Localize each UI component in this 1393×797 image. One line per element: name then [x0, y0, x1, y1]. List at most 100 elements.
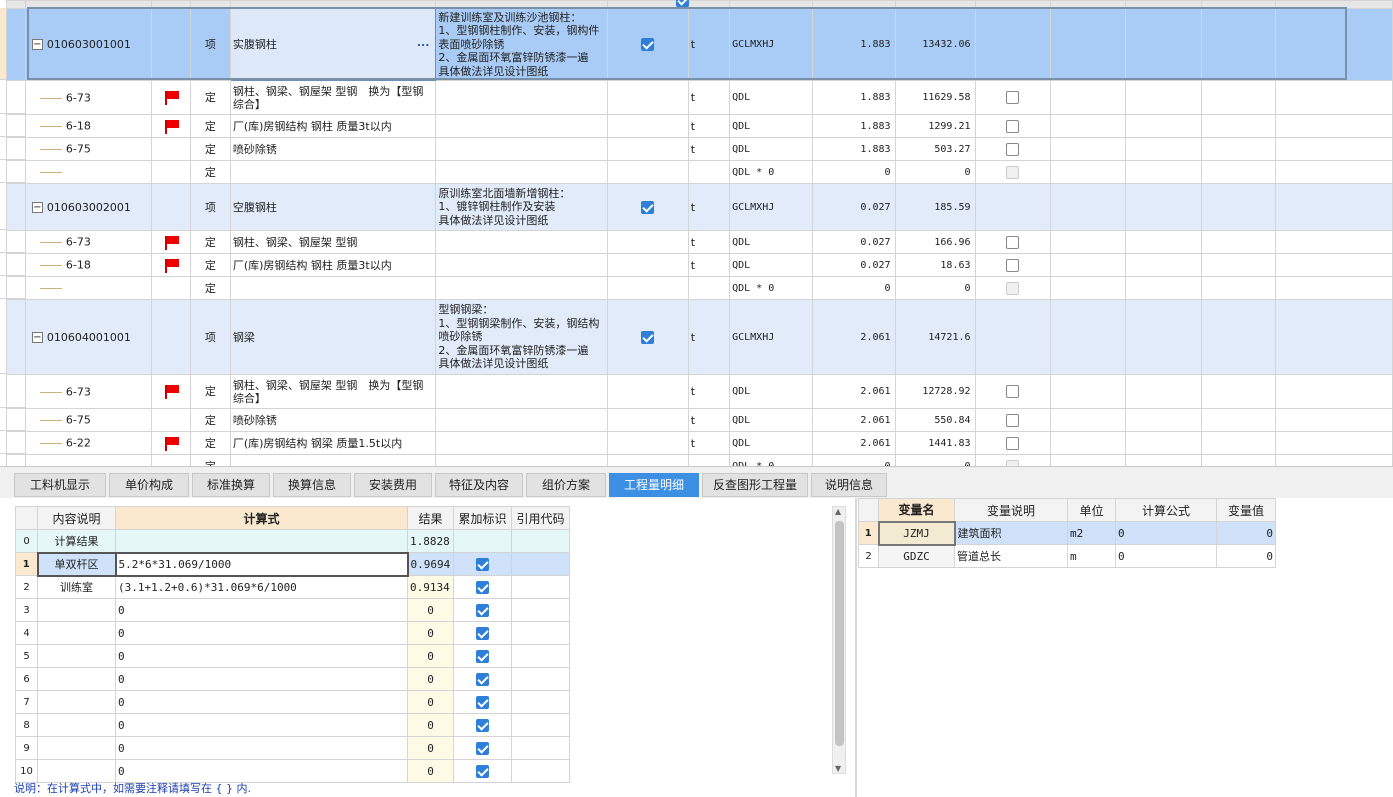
code-cell[interactable]: 6-73: [24, 80, 153, 115]
name-cell[interactable]: 喷砂除锈: [229, 137, 437, 161]
variable-row[interactable]: 1 JZMJ 建筑面积 m2 0 0: [858, 520, 1276, 546]
checkbox[interactable]: [476, 695, 489, 709]
var-formula-cell[interactable]: 0: [1115, 544, 1217, 568]
feature-desc-cell[interactable]: [435, 408, 608, 432]
calc-row[interactable]: 5 00: [15, 644, 570, 668]
accumulate-cell[interactable]: [453, 552, 512, 576]
feature-desc-cell[interactable]: [435, 137, 608, 161]
formula-cell[interactable]: 0: [115, 667, 408, 691]
feature-desc-cell[interactable]: [435, 80, 608, 115]
output-check-cell[interactable]: [606, 454, 689, 466]
feature-desc-cell[interactable]: [435, 374, 608, 409]
calc-row[interactable]: 1 单双杆区 5.2*6*31.069/1000 0.9694: [15, 551, 570, 577]
flag-check-cell[interactable]: [974, 454, 1051, 466]
output-check-cell[interactable]: [606, 408, 689, 432]
name-cell[interactable]: 喷砂除锈: [229, 408, 437, 432]
output-check-cell[interactable]: [606, 114, 689, 138]
formula-cell[interactable]: 0: [115, 598, 408, 622]
flag-check-cell[interactable]: [974, 253, 1051, 277]
feature-desc-cell[interactable]: [435, 114, 608, 138]
checkbox[interactable]: [641, 330, 655, 344]
tab-2[interactable]: 标准换算: [192, 473, 270, 497]
desc-cell[interactable]: [37, 667, 116, 691]
quantity-expression-cell[interactable]: QDL: [729, 253, 814, 277]
output-check-cell[interactable]: [606, 253, 689, 277]
vertical-scrollbar[interactable]: ▲ ▼: [832, 506, 846, 774]
checkbox[interactable]: [641, 200, 655, 214]
code-cell[interactable]: 6-18: [24, 253, 153, 277]
flag-check-cell[interactable]: [974, 183, 1051, 231]
quota-row[interactable]: 定 QDL * 000: [6, 276, 1393, 300]
output-check-cell[interactable]: [606, 183, 689, 231]
collapse-icon[interactable]: −: [31, 201, 43, 213]
formula-cell[interactable]: 0: [115, 644, 408, 668]
flag-check-cell[interactable]: [974, 431, 1051, 455]
flag-check-cell[interactable]: [974, 299, 1051, 375]
accumulate-cell[interactable]: [453, 759, 512, 783]
formula-cell[interactable]: (3.1+1.2+0.6)*31.069*6/1000: [115, 575, 408, 599]
name-cell[interactable]: 实腹钢柱 ···: [229, 8, 437, 81]
output-check-cell[interactable]: [606, 137, 689, 161]
quantity-expression-cell[interactable]: QDL: [729, 374, 814, 409]
checkbox[interactable]: [476, 603, 489, 617]
tab-0[interactable]: 工料机显示: [14, 473, 106, 497]
tab-6[interactable]: 组价方案: [526, 473, 606, 497]
scroll-up-icon[interactable]: ▲: [835, 507, 841, 516]
desc-cell[interactable]: [37, 713, 116, 737]
formula-cell[interactable]: 0: [115, 690, 408, 714]
tab-3[interactable]: 换算信息: [273, 473, 351, 497]
ref-code-cell[interactable]: [511, 598, 570, 622]
bill-item-row[interactable]: −010604001001 项钢梁 型钢钢梁： 1、型钢钢梁制作、安装，钢结构喷砂除…: [6, 299, 1393, 375]
quantity-expression-cell[interactable]: QDL: [729, 408, 814, 432]
formula-cell[interactable]: [115, 529, 408, 553]
flag-check-cell[interactable]: [974, 80, 1051, 115]
flag-check-cell[interactable]: [974, 276, 1051, 300]
feature-desc-cell[interactable]: [435, 253, 608, 277]
calc-row[interactable]: 7 00: [15, 690, 570, 714]
code-cell[interactable]: 6-75: [24, 137, 153, 161]
name-cell[interactable]: 厂(库)房钢结构 钢梁 质量1.5t以内: [229, 431, 437, 455]
code-cell[interactable]: 6-75: [24, 408, 153, 432]
desc-cell[interactable]: [37, 736, 116, 760]
quota-row[interactable]: 定 QDL * 000: [6, 454, 1393, 466]
quota-row[interactable]: 6-22 定厂(库)房钢结构 钢梁 质量1.5t以内 t QDL 2.061 1441.8…: [6, 431, 1393, 455]
ref-code-cell[interactable]: [511, 759, 570, 783]
variable-row[interactable]: 2 GDZC 管道总长 m 0 0: [858, 544, 1276, 568]
feature-desc-cell[interactable]: 型钢钢梁： 1、型钢钢梁制作、安装，钢结构喷砂除锈 2、金属面环氧富锌防锈漆一遍…: [435, 299, 608, 375]
bill-item-row[interactable]: −010603001001 项实腹钢柱 ··· 新建训练室及训练沙池钢柱： 1、型钢钢…: [6, 8, 1393, 81]
ref-code-cell[interactable]: [511, 575, 570, 599]
accumulate-cell[interactable]: [453, 667, 512, 691]
ref-code-cell[interactable]: [511, 621, 570, 645]
code-cell[interactable]: [24, 160, 153, 184]
checkbox[interactable]: [476, 580, 489, 594]
quantity-expression-cell[interactable]: QDL * 0: [729, 454, 814, 466]
more-options-icon[interactable]: ···: [417, 38, 430, 51]
checkbox[interactable]: [641, 38, 655, 52]
checkbox[interactable]: [1006, 119, 1020, 133]
flag-check-cell[interactable]: [974, 408, 1051, 432]
feature-desc-cell[interactable]: [435, 160, 608, 184]
tab-1[interactable]: 单价构成: [109, 473, 189, 497]
quantity-expression-cell[interactable]: QDL * 0: [729, 276, 814, 300]
quota-row[interactable]: 6-73 定钢柱、钢梁、钢屋架 型钢 换为【型钢综合】 t QDL 1.883 11629…: [6, 80, 1393, 115]
feature-desc-cell[interactable]: [435, 431, 608, 455]
quota-row[interactable]: 6-73 定钢柱、钢梁、钢屋架 型钢 t QDL 0.027 166.96: [6, 230, 1393, 254]
checkbox[interactable]: [1006, 258, 1020, 272]
accumulate-cell[interactable]: [453, 575, 512, 599]
desc-cell[interactable]: [37, 598, 116, 622]
checkbox[interactable]: [1006, 413, 1020, 427]
ref-code-cell[interactable]: [511, 736, 570, 760]
formula-cell[interactable]: 0: [115, 621, 408, 645]
flag-check-cell[interactable]: [974, 374, 1051, 409]
ref-code-cell[interactable]: [511, 529, 570, 553]
code-cell[interactable]: 6-22: [24, 431, 153, 455]
output-check-cell[interactable]: [606, 160, 689, 184]
accumulate-cell[interactable]: [453, 713, 512, 737]
tab-8[interactable]: 反查图形工程量: [702, 473, 808, 497]
flag-check-cell[interactable]: [974, 230, 1051, 254]
feature-desc-cell[interactable]: 原训练室北面墙新增钢柱： 1、镀锌钢柱制作及安装 具体做法详见设计图纸: [435, 183, 608, 231]
quota-row[interactable]: 6-75 定喷砂除锈 t QDL 1.883 503.27: [6, 137, 1393, 161]
tab-4[interactable]: 安装费用: [354, 473, 432, 497]
calc-row[interactable]: 0 计算结果 1.8828: [15, 529, 570, 553]
tab-5[interactable]: 特征及内容: [435, 473, 523, 497]
